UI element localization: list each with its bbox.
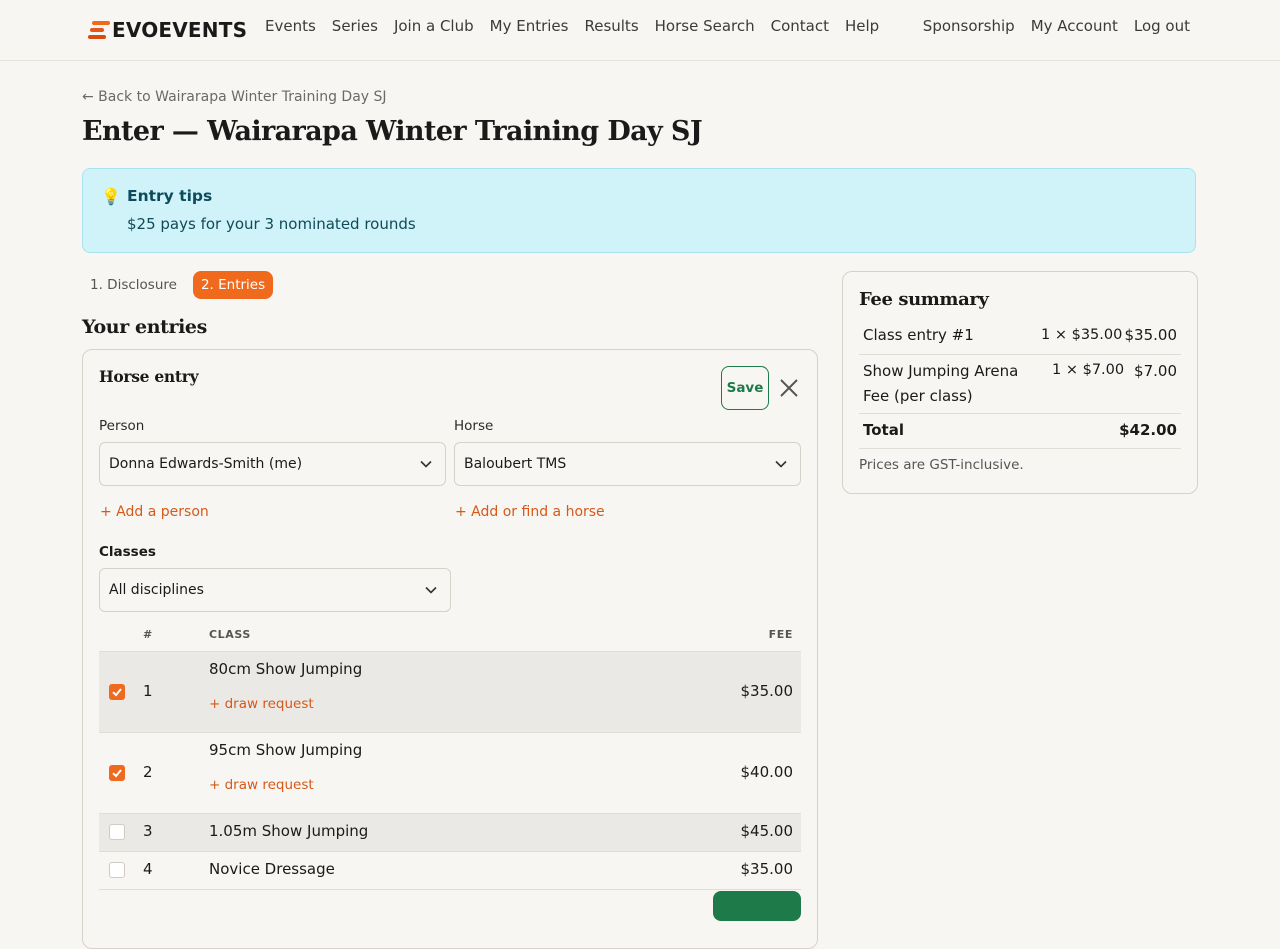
class-fee: $45.00: [740, 822, 794, 840]
fee-amount: $7.00: [1134, 362, 1177, 380]
chevron-down-icon: [420, 460, 432, 468]
fee-description-line-2: Fee (per class): [863, 387, 973, 405]
nav-link-my-entries[interactable]: My Entries: [490, 17, 569, 35]
fee-total-row: Total $42.00: [859, 414, 1181, 449]
class-fee: $35.00: [740, 682, 794, 700]
horse-entry-card: Horse entry Save Person Donna Edwards-Sm…: [82, 349, 818, 949]
table-row[interactable]: 1 80cm Show Jumping + draw request $35.0…: [99, 651, 801, 732]
class-fee: $40.00: [740, 763, 794, 781]
class-name: 95cm Show Jumping: [209, 741, 363, 759]
table-header: # CLASS FEE: [99, 620, 801, 651]
table-row[interactable]: 4 Novice Dressage $35.00: [99, 851, 801, 890]
save-button[interactable]: Save: [721, 366, 769, 410]
header-fee: FEE: [768, 628, 793, 641]
fee-amount: $35.00: [1124, 326, 1178, 344]
logo-text: EVOEVENTS: [112, 18, 248, 42]
main-nav: Events Series Join a Club My Entries Res…: [257, 17, 887, 35]
fee-row: Show Jumping Arena Fee (per class) 1 × $…: [859, 355, 1181, 414]
total-value: $42.00: [1119, 421, 1177, 439]
class-number: 1: [143, 682, 153, 700]
class-checkbox[interactable]: [109, 684, 125, 700]
table-row[interactable]: 2 95cm Show Jumping + draw request $40.0…: [99, 732, 801, 813]
section-title: Your entries: [82, 316, 207, 338]
nav-link-series[interactable]: Series: [332, 17, 378, 35]
logo-icon: [88, 21, 110, 39]
person-select-value: Donna Edwards-Smith (me): [109, 456, 303, 472]
fee-description-line-1: Show Jumping Arena: [863, 362, 1019, 380]
card-title: Horse entry: [99, 367, 199, 386]
horse-select[interactable]: Baloubert TMS: [454, 442, 801, 486]
class-checkbox[interactable]: [109, 862, 125, 878]
draw-request-link[interactable]: + draw request: [209, 777, 314, 793]
fee-summary-title: Fee summary: [859, 289, 989, 310]
discipline-select[interactable]: All disciplines: [99, 568, 451, 612]
discipline-select-value: All disciplines: [109, 582, 204, 598]
page-title: Enter — Wairarapa Winter Training Day SJ: [82, 116, 703, 147]
step-disclosure[interactable]: 1. Disclosure: [82, 271, 185, 299]
nav-link-contact[interactable]: Contact: [771, 17, 829, 35]
total-label: Total: [863, 421, 904, 439]
chevron-down-icon: [775, 460, 787, 468]
class-number: 4: [143, 860, 153, 878]
gst-note: Prices are GST-inclusive.: [859, 457, 1024, 473]
fee-quantity: 1 × $7.00: [1052, 362, 1125, 378]
class-fee: $35.00: [740, 860, 794, 878]
person-label: Person: [99, 418, 145, 434]
header-class: CLASS: [209, 628, 251, 641]
entry-tips-banner: 💡 Entry tips $25 pays for your 3 nominat…: [82, 168, 1196, 253]
back-link[interactable]: ← Back to Wairarapa Winter Training Day …: [82, 89, 387, 105]
class-number: 3: [143, 822, 153, 840]
nav-link-my-account[interactable]: My Account: [1031, 17, 1118, 35]
logo[interactable]: EVOEVENTS: [88, 18, 247, 42]
class-name: 80cm Show Jumping: [209, 660, 363, 678]
top-navigation: EVOEVENTS Events Series Join a Club My E…: [0, 0, 1280, 61]
horse-label: Horse: [454, 418, 494, 434]
account-nav: Sponsorship My Account Log out: [915, 17, 1198, 35]
class-checkbox[interactable]: [109, 765, 125, 781]
classes-table: # CLASS FEE 1 80cm Show Jumping + draw r…: [99, 620, 801, 890]
chevron-down-icon: [425, 586, 437, 594]
check-icon: [112, 769, 122, 778]
fee-description: Class entry #1: [863, 326, 974, 344]
class-checkbox[interactable]: [109, 824, 125, 840]
nav-link-results[interactable]: Results: [584, 17, 638, 35]
check-icon: [112, 688, 122, 697]
lightbulb-icon: 💡: [101, 187, 121, 206]
draw-request-link[interactable]: + draw request: [209, 696, 314, 712]
nav-link-log-out[interactable]: Log out: [1134, 17, 1190, 35]
horse-select-value: Baloubert TMS: [464, 456, 567, 472]
header-num: #: [143, 628, 153, 641]
nav-link-horse-search[interactable]: Horse Search: [655, 17, 755, 35]
nav-link-events[interactable]: Events: [265, 17, 316, 35]
class-name: 1.05m Show Jumping: [209, 822, 369, 840]
continue-button[interactable]: [713, 891, 801, 921]
nav-link-sponsorship[interactable]: Sponsorship: [923, 17, 1015, 35]
person-select[interactable]: Donna Edwards-Smith (me): [99, 442, 446, 486]
nav-link-join-a-club[interactable]: Join a Club: [394, 17, 474, 35]
class-name: Novice Dressage: [209, 860, 335, 878]
tips-body: $25 pays for your 3 nominated rounds: [127, 215, 416, 233]
class-number: 2: [143, 763, 153, 781]
step-entries[interactable]: 2. Entries: [192, 271, 274, 299]
fee-table: Class entry #1 1 × $35.00 $35.00 Show Ju…: [859, 320, 1181, 449]
entry-steps: 1. Disclosure 2. Entries: [82, 271, 281, 299]
table-row[interactable]: 3 1.05m Show Jumping $45.00: [99, 813, 801, 851]
nav-link-help[interactable]: Help: [845, 17, 879, 35]
close-icon[interactable]: [779, 378, 799, 398]
add-horse-link[interactable]: + Add or find a horse: [455, 504, 605, 520]
add-person-link[interactable]: + Add a person: [100, 504, 209, 520]
tips-title: Entry tips: [127, 187, 213, 205]
fee-quantity: 1 × $35.00: [1041, 327, 1123, 343]
fee-row: Class entry #1 1 × $35.00 $35.00: [859, 320, 1181, 355]
fee-description: Show Jumping Arena Fee (per class): [863, 359, 1018, 409]
classes-label: Classes: [99, 544, 156, 560]
fee-summary-card: Fee summary Class entry #1 1 × $35.00 $3…: [842, 271, 1198, 494]
